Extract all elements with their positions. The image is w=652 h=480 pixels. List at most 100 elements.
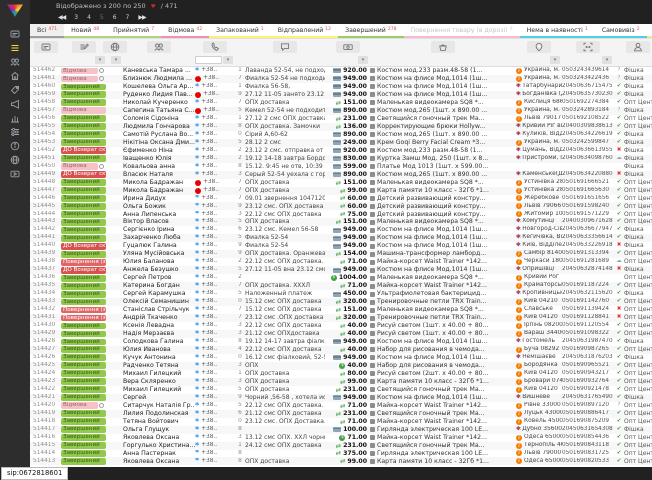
table-row[interactable]: 514419ЗавершенийЛилия Подолинская*+38..6… (30, 410, 652, 418)
table-row[interactable]: 514428ЗавершенийСолодкова Галина*+38..81… (30, 338, 652, 346)
table-row[interactable]: 514418ЗавершенийТетяна Войтович*+38..023… (30, 418, 652, 426)
column-header-order-id[interactable] (30, 39, 61, 54)
table-row[interactable]: 514443ЗавершенийВіктор Власов*+38..5ОПХ … (30, 218, 652, 226)
table-row[interactable]: 514451ЗавершенийІващенко Юлія*+38..219.1… (30, 155, 652, 163)
table-row[interactable]: 514454ЗавершенийСамотій Руслана Во...*+3… (30, 131, 652, 139)
column-header-client-name[interactable] (123, 39, 195, 54)
table-row[interactable]: 514460ЗавершенийКошелева Ольга Ар...*+38… (30, 83, 652, 91)
table-row[interactable]: 514429ЗавершенийНадія Мерзаєва*+38..321.… (30, 330, 652, 338)
tab-Запакований[interactable]: Запакований1 (209, 24, 271, 38)
tab-Повернення товару (в дорозі)[interactable]: Повернення товару (в дорозі)0 (404, 24, 520, 38)
table-row[interactable]: 514447ЗавершенийМикола Бадражан+38..7ОПХ… (30, 187, 652, 195)
tab-Завершений[interactable]: Завершений278 (338, 24, 403, 38)
filter-dropdown[interactable]: ▾ (602, 56, 612, 64)
delivery-address: Київ 04120 (524, 370, 558, 378)
table-row[interactable]: 514439ЗавершенийУляна Мусійовська*+38..9… (30, 250, 652, 258)
column-header-status[interactable] (61, 39, 107, 54)
tab-Всі[interactable]: Всі471 (30, 24, 64, 38)
table-row[interactable]: 514413ЗавершенийЯковлева Оксана*+38..8ОП… (30, 457, 652, 465)
tab-Сервіси[interactable]: Сервіси0 (647, 24, 652, 38)
table-row[interactable]: 514422ЗавершенийМихаил Гилецкий*+38..5ОП… (30, 386, 652, 394)
table-row[interactable]: 514446ЗавершенийИрина Дидух*+38..709.01 … (30, 195, 652, 203)
table-row[interactable]: 514458ЗавершенийНиколай Кучеренко*+38..7… (30, 99, 652, 107)
filter-dropdown[interactable]: ▾ (111, 56, 121, 64)
table-row[interactable]: 514416ЗавершенийЯковлева Оксана*+38..313… (30, 434, 652, 442)
table-row[interactable]: 514432Повернення (з..Станіслав Стрільчук… (30, 306, 652, 314)
table-row[interactable]: 514448ЗавершенийМикола Бадражан+38..7ОПХ… (30, 179, 652, 187)
tab-Відправлений[interactable]: Відправлений12 (271, 24, 338, 38)
column-header-ttn-status[interactable] (614, 39, 624, 54)
table-row[interactable]: 514449ДО Возврат ск..Власюк Наталя*+38..… (30, 171, 652, 179)
filter-dropdown[interactable]: ▾ (550, 56, 560, 64)
tab-Прийнятий[interactable]: Прийнятий7 (106, 24, 161, 38)
column-header-country[interactable] (107, 39, 123, 54)
sidebar-item-video[interactable] (0, 166, 30, 180)
status-badge: Завершений (61, 283, 106, 290)
column-header-delivery[interactable] (516, 39, 562, 54)
table-row[interactable]: 514415ЗавершенийГоргулько Христина...*+3… (30, 442, 652, 450)
column-header-manager[interactable] (624, 39, 652, 54)
page-button-3[interactable]: 3 (74, 12, 78, 23)
table-row[interactable]: 514421ЗавершенийСергей*+38..9Чорний ,56-… (30, 394, 652, 402)
product-name: Костюм на флисе Мод.1014 (1ш... (377, 394, 487, 402)
table-row[interactable]: 514417ЗавершенийОльга Глущук*+38..8100.0… (30, 426, 652, 434)
table-row[interactable]: 514426ЗавершенийКучук Антонина*+38..016.… (30, 354, 652, 362)
phone-filter-input[interactable] (195, 56, 222, 64)
tab-Новий[interactable]: Новий48 (64, 24, 106, 38)
tab-Самовивіз[interactable]: Самовивіз2 (595, 24, 647, 38)
filter-dropdown[interactable]: ▾ (223, 56, 233, 64)
page-button-4[interactable]: 4 (87, 12, 91, 23)
table-row[interactable]: 514414ЗавершенийАнна Пастернак*+38..8⇄37… (30, 450, 652, 458)
first-page-button[interactable]: ◀◀ (58, 12, 65, 23)
table-row[interactable]: 514462ВідмоваКаневська Тамара ...*+38..1… (30, 67, 652, 75)
table-row[interactable]: 514450ВідмоваКовальова анна*+38..815.12.… (30, 163, 652, 171)
table-row[interactable]: 514442ЗавершенийСергієнко Ірина*+38..623… (30, 226, 652, 234)
phone-cell: +38.. (195, 187, 235, 195)
column-header-products[interactable] (370, 39, 516, 54)
table-row[interactable]: 514433ЗавершенийОлексій Семанишин*+38..0… (30, 298, 652, 306)
filter-dropdown[interactable]: ▾ (358, 56, 368, 64)
table-row[interactable]: 514420ВідмоваСитарчук Наталія Гр...*+38.… (30, 402, 652, 410)
payment-cell: 100.00 (325, 426, 370, 434)
table-row[interactable]: 514452ДО Возврат ск..Єфименко Ніна*+38..… (30, 147, 652, 155)
column-header-ttn-number[interactable] (562, 39, 614, 54)
column-header-phone[interactable] (195, 39, 235, 54)
table-row[interactable]: 514444ЗавершенийАнна Липенська*+38..322.… (30, 210, 652, 218)
column-header-payment-sum[interactable] (325, 39, 370, 54)
table-row[interactable]: 514424ЗавершенийМихаил Гилецкий*+38..1ОП… (30, 370, 652, 378)
table-row[interactable]: 514425ЗавершенийРадченко Тетяна*+38..3ОП… (30, 362, 652, 370)
table-row[interactable]: 514427ЗавершенийЮлия Иванова*+38..422.12… (30, 346, 652, 354)
payment-cell: 599.00 (325, 163, 370, 171)
table-row[interactable]: 514461ВідмоваБлизнюк Людмила ...+38..7Фи… (30, 75, 652, 83)
table-row[interactable]: 514459ЗавершенийРуденко Лидия Пав...+38.… (30, 91, 652, 99)
app-logo-icon[interactable] (6, 3, 24, 18)
column-header-comment[interactable] (245, 39, 325, 54)
table-row[interactable]: 514430ЗавершенийКсенія Левадна*+38..322.… (30, 322, 652, 330)
table-row[interactable]: 514440ДО Возврат ск..Гуцалюк Галина*+38.… (30, 242, 652, 250)
table-row[interactable]: 514435ЗавершенийКатерина Богдан*+38..7ОП… (30, 282, 652, 290)
table-row[interactable]: 514456ЗавершенийСоломія Сідоніна*+38..12… (30, 115, 652, 123)
page-button-6[interactable]: 6 (113, 12, 117, 23)
table-row[interactable]: 514431Повернення (з..Андрій Ткаченко*+38… (30, 314, 652, 322)
table-row[interactable]: 514438Повернення (з..Юлия Баланова*+38..… (30, 258, 652, 266)
table-row[interactable]: 514441ЗавершенийЗахарченко Люба*+38..5Фи… (30, 234, 652, 242)
table-row[interactable]: 514436ЗавершенийСергей Петров*+38..2$100… (30, 274, 652, 282)
tab-Відмова[interactable]: Відмова42 (161, 24, 209, 38)
last-page-button[interactable]: ▶▶ (138, 12, 145, 23)
favorites-filter-icon[interactable]: ♥ (151, 4, 156, 10)
table-row[interactable]: 514457ВідмоваСапегина Татьяна С...+38..5… (30, 107, 652, 115)
table-row[interactable]: 514423ЗавершенийВера Скляренко*+38..3ОПХ… (30, 378, 652, 386)
product-box-icon (370, 76, 375, 81)
table-row[interactable]: 514455ЗавершенийЛюдмила Гончарова*+38..8… (30, 123, 652, 131)
table-row[interactable]: 514434ЗавершенийСергей Карамушка*+38..5Н… (30, 290, 652, 298)
page-button-7[interactable]: 7 (126, 12, 130, 23)
filter-dropdown[interactable]: ▾ (95, 56, 105, 64)
tab-Нема в наявності[interactable]: Нема в наявності1 (520, 24, 595, 38)
table-row[interactable]: 514437ДО Возврат ск..Анжела Безушко*+38.… (30, 266, 652, 274)
table-row[interactable]: 514445ЗавершенийОльга Божик*+38..923.12 … (30, 202, 652, 210)
table-row[interactable]: 514453ЗавершенийНікітіна Оксана Дми...*+… (30, 139, 652, 147)
phone-cell: *+38.. (195, 362, 235, 370)
page-button-5[interactable]: 5 (100, 12, 104, 23)
column-header-calls-count[interactable] (235, 39, 245, 54)
manager-name: Опт Центр (624, 442, 652, 450)
